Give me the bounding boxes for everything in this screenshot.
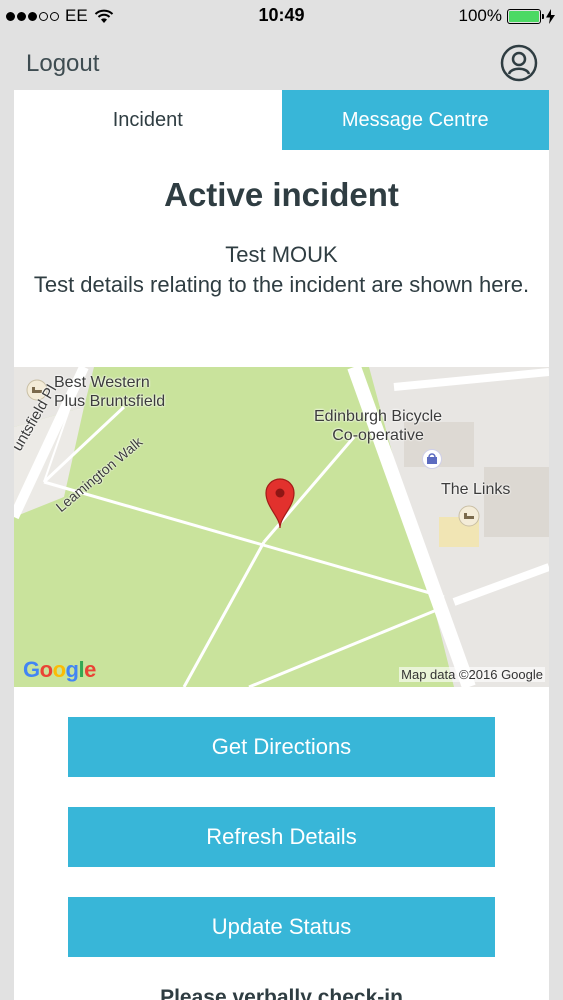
map-label-bicycle: Edinburgh Bicycle Co-operative	[314, 408, 443, 444]
google-logo: Google	[23, 657, 96, 682]
hotel-icon	[458, 505, 480, 527]
incident-name: Test MOUK	[225, 242, 338, 267]
incident-map[interactable]: Best Western Plus Bruntsfield Edinburgh …	[14, 367, 549, 687]
refresh-details-button[interactable]: Refresh Details	[68, 807, 495, 867]
tab-message-centre[interactable]: Message Centre	[281, 90, 549, 150]
incident-details: Test details relating to the incident ar…	[33, 272, 530, 297]
tab-bar: Incident Message Centre	[14, 90, 549, 150]
location-pin-icon[interactable]	[264, 477, 296, 529]
page-title: Active incident	[164, 176, 399, 213]
logout-button[interactable]: Logout	[26, 50, 99, 78]
check-in-note: Please verbally check-in	[160, 986, 403, 1000]
shopping-bag-icon	[422, 449, 442, 469]
incident-description: Test MOUK Test details relating to the i…	[14, 240, 549, 300]
incident-card: Incident Message Centre Active incident …	[14, 90, 549, 1000]
charging-icon	[546, 8, 555, 24]
map-label-links: The Links	[441, 481, 511, 498]
get-directions-button[interactable]: Get Directions	[68, 717, 495, 777]
update-status-button[interactable]: Update Status	[68, 897, 495, 957]
map-label-hotel: Best Western Plus Bruntsfield	[54, 374, 166, 410]
map-attribution: Map data ©2016 Google	[399, 667, 545, 682]
tab-incident[interactable]: Incident	[14, 90, 282, 150]
nav-bar: Logout	[0, 32, 563, 90]
status-bar: EE 10:49 100%	[0, 0, 563, 32]
battery-status: 100%	[459, 6, 555, 26]
battery-percent: 100%	[458, 6, 502, 25]
battery-icon	[507, 8, 544, 24]
user-circle-icon[interactable]	[500, 44, 538, 82]
